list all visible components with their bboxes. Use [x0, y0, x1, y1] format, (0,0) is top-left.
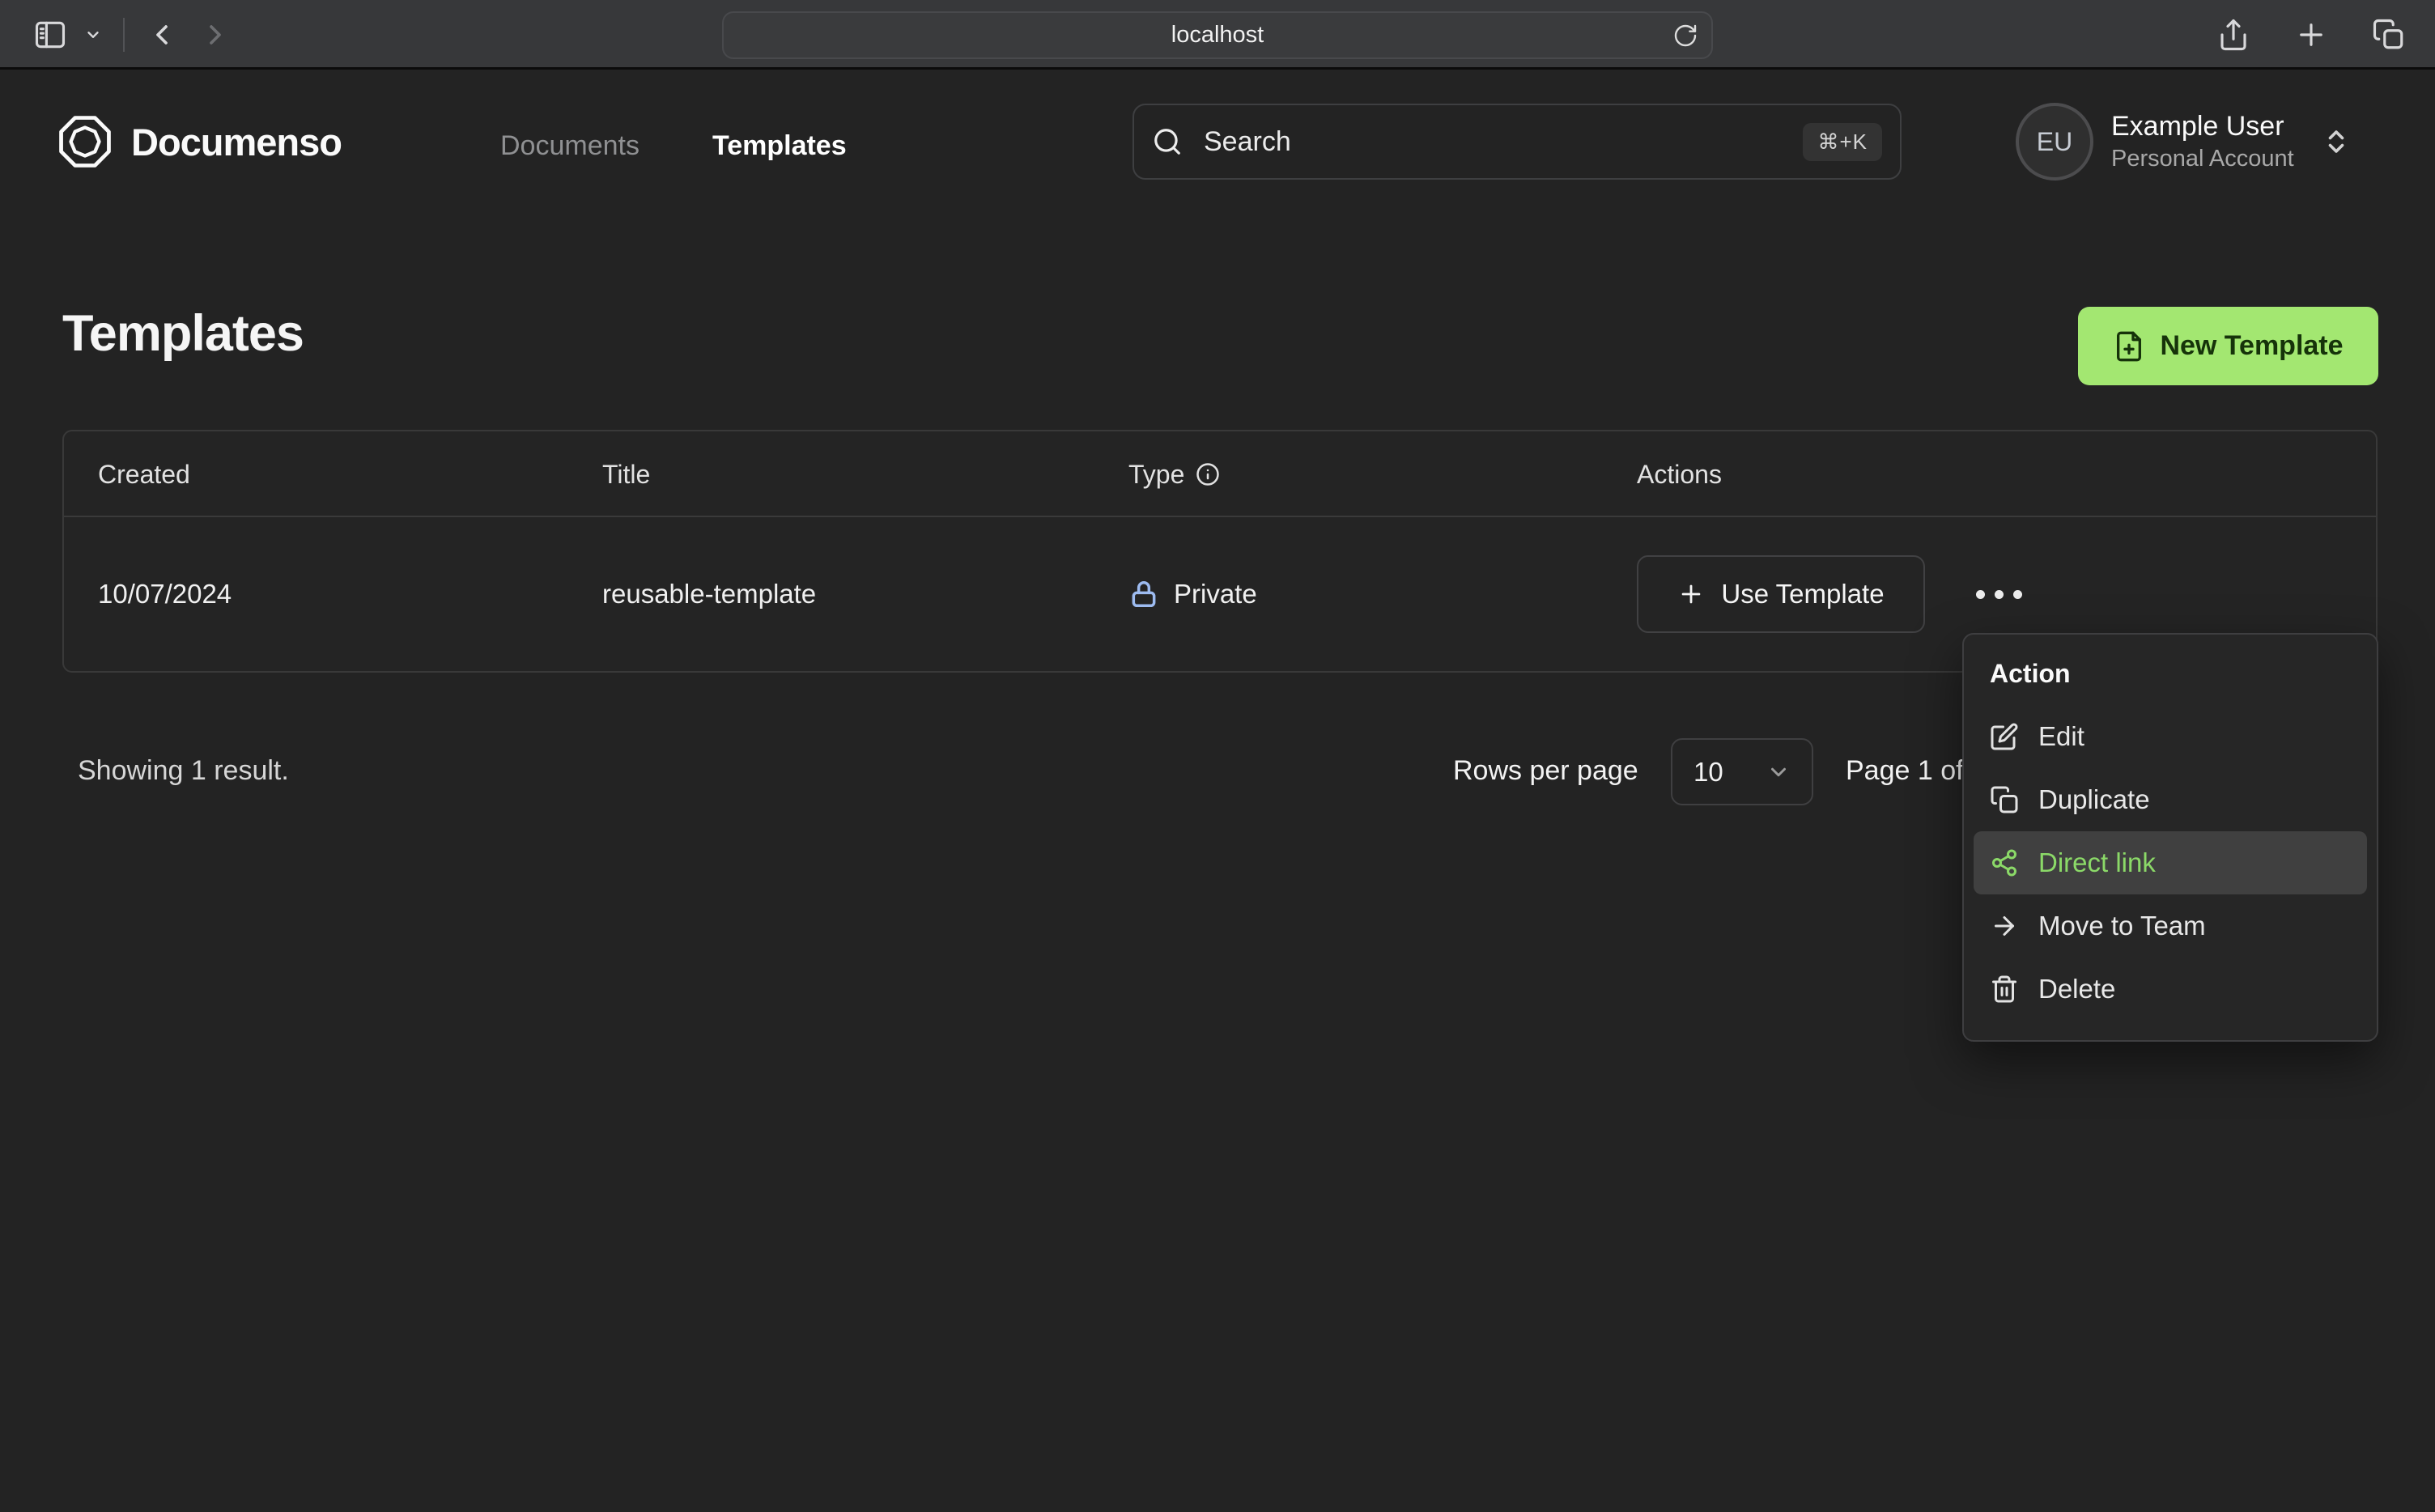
menu-item-delete[interactable]: Delete [1974, 958, 2367, 1021]
search-shortcut-badge: ⌘+K [1803, 122, 1882, 161]
edit-icon [1990, 722, 2019, 751]
results-count: Showing 1 result. [78, 755, 289, 786]
column-header-type: Type [1128, 431, 1220, 517]
info-icon[interactable] [1196, 462, 1220, 486]
chrome-separator [123, 18, 125, 52]
arrow-right-icon [1990, 911, 2019, 941]
row-actions-menu: Action Edit Duplicate Direct link Move t… [1962, 633, 2378, 1042]
cell-title: reusable-template [602, 579, 817, 609]
reload-icon[interactable] [1672, 23, 1698, 49]
share-nodes-icon [1990, 848, 2019, 877]
cell-created: 10/07/2024 [98, 579, 232, 609]
nav-item-templates[interactable]: Templates [712, 130, 847, 162]
share-icon[interactable] [2216, 18, 2250, 52]
page-title: Templates [62, 305, 304, 362]
column-header-title: Title [602, 459, 651, 489]
back-icon[interactable] [146, 19, 178, 51]
chevrons-up-down-icon [2322, 127, 2351, 156]
rows-per-page-label: Rows per page [1453, 755, 1638, 786]
search-input[interactable] [1204, 125, 1804, 158]
lock-icon [1128, 579, 1159, 609]
tab-overview-icon[interactable] [2372, 18, 2406, 52]
rows-per-page-select[interactable]: 10 [1671, 738, 1813, 805]
column-header-created: Created [98, 459, 190, 489]
new-tab-icon[interactable] [2294, 18, 2328, 52]
sidebar-toggle-icon[interactable] [32, 17, 68, 53]
duplicate-icon [1990, 785, 2019, 814]
sidebar-dropdown-chevron-icon[interactable] [84, 26, 102, 44]
menu-item-edit[interactable]: Edit [1974, 705, 2367, 768]
menu-header: Action [1990, 659, 2071, 688]
file-plus-icon [2113, 330, 2145, 363]
main-nav: Documents Templates [500, 120, 847, 172]
type-label: Private [1174, 579, 1257, 609]
brand-logo[interactable]: Documenso [57, 113, 342, 170]
table-header-row: Created Title Type Actions [64, 431, 2376, 517]
plus-icon [1677, 580, 1705, 608]
search-box[interactable]: ⌘+K [1133, 104, 1902, 180]
url-bar[interactable]: localhost [722, 11, 1713, 59]
chevron-down-icon [1766, 760, 1791, 784]
brand-name: Documenso [131, 120, 342, 164]
documenso-logo-icon [57, 113, 113, 170]
nav-item-documents[interactable]: Documents [500, 130, 640, 162]
user-name: Example User [2111, 111, 2284, 142]
use-template-button[interactable]: Use Template [1637, 555, 1925, 633]
menu-item-direct-link[interactable]: Direct link [1974, 831, 2367, 894]
forward-icon[interactable] [199, 19, 232, 51]
account-switcher[interactable]: EU Example User Personal Account [2016, 103, 2351, 181]
avatar: EU [2016, 103, 2093, 181]
url-text: localhost [1171, 22, 1264, 48]
column-header-actions: Actions [1637, 459, 1722, 489]
browser-chrome: localhost [0, 0, 2435, 70]
cell-type: Private [1128, 517, 1257, 671]
new-template-button[interactable]: New Template [2078, 307, 2378, 385]
menu-item-duplicate[interactable]: Duplicate [1974, 768, 2367, 831]
search-icon [1152, 126, 1183, 157]
trash-icon [1990, 975, 2019, 1004]
user-account-type: Personal Account [2111, 146, 2294, 172]
menu-item-move-to-team[interactable]: Move to Team [1974, 894, 2367, 958]
